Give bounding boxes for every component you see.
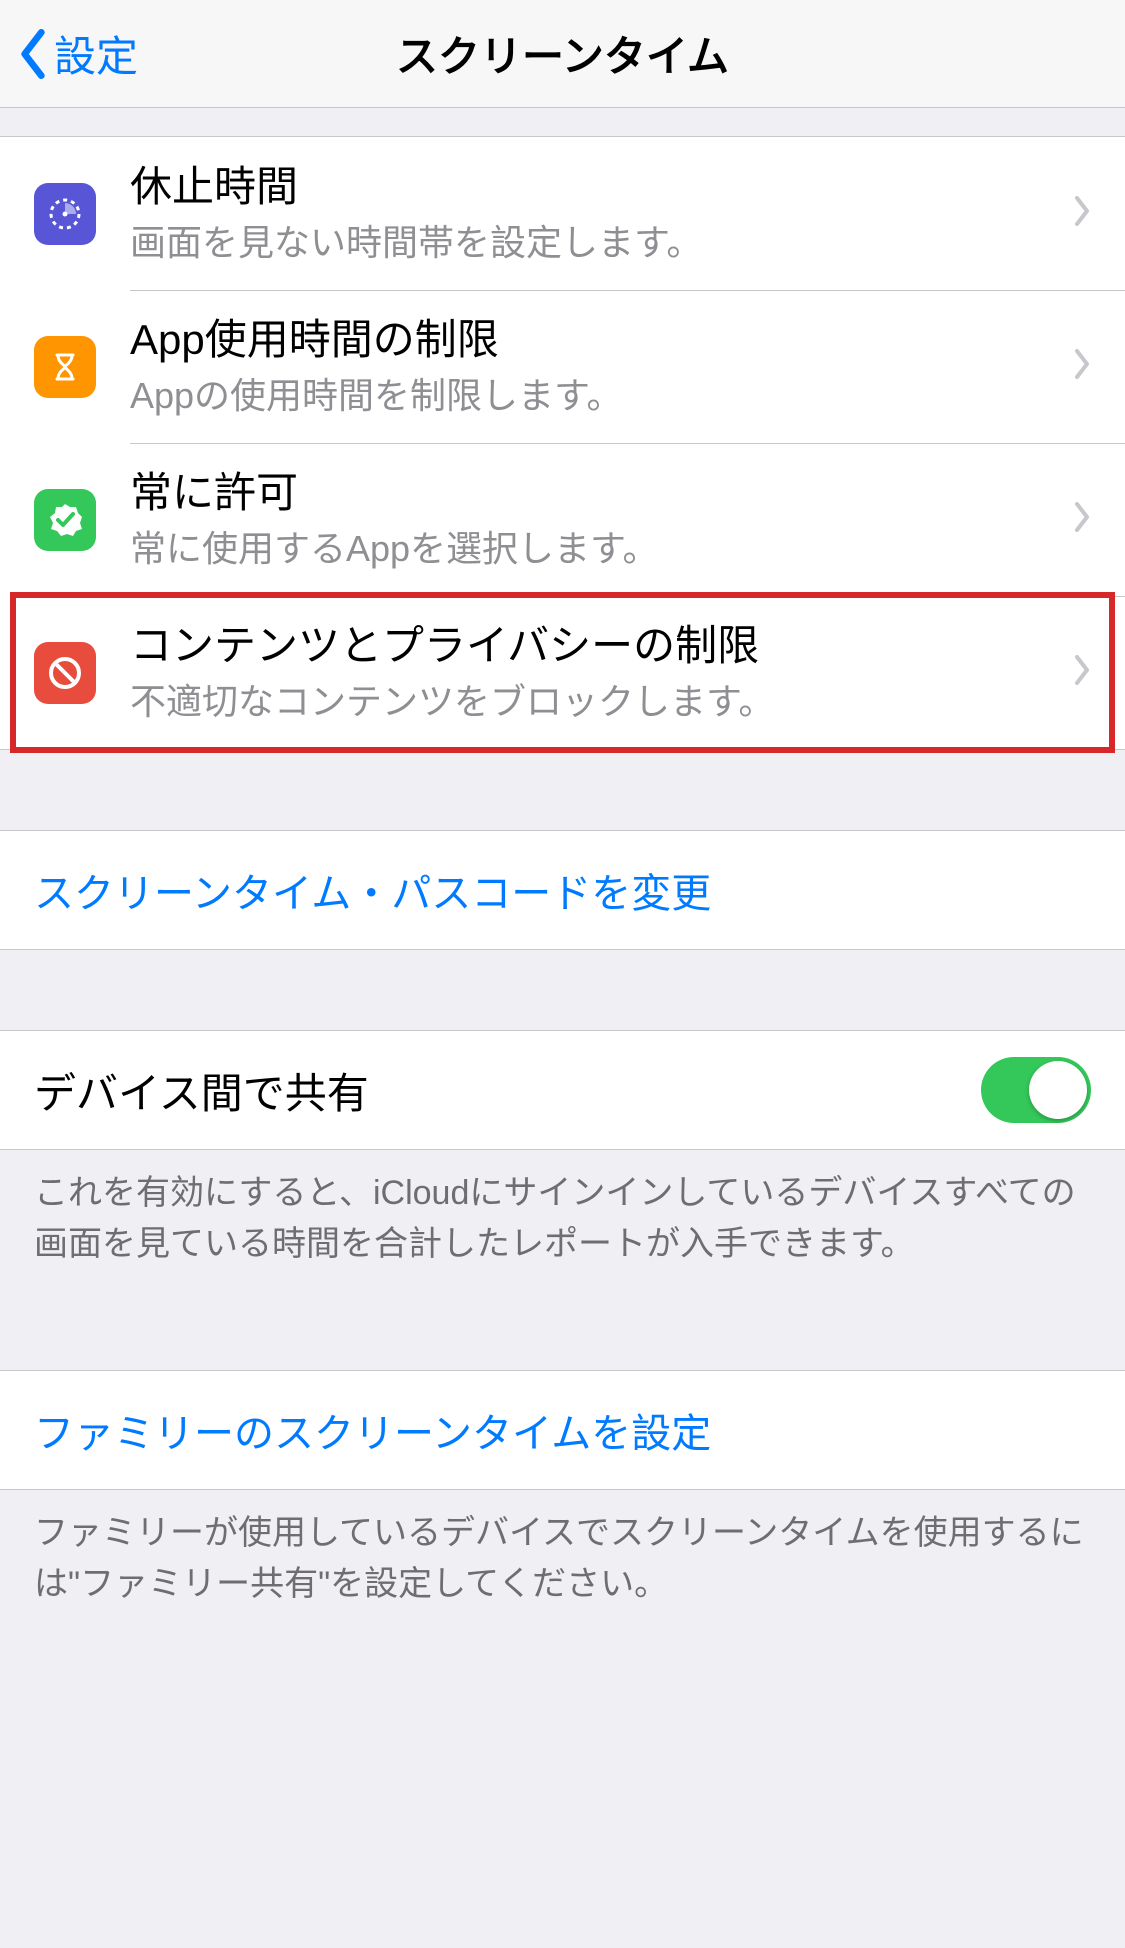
row-app-limits[interactable]: App使用時間の制限 Appの使用時間を制限します。 xyxy=(0,290,1125,443)
change-passcode-label: スクリーンタイム・パスコードを変更 xyxy=(34,872,711,916)
row-subtitle: Appの使用時間を制限します。 xyxy=(130,371,1059,421)
no-entry-icon xyxy=(34,642,96,704)
row-always-allowed[interactable]: 常に許可 常に使用するAppを選択します。 xyxy=(0,443,1125,596)
row-title: 常に許可 xyxy=(130,465,1059,522)
chevron-right-icon xyxy=(1073,196,1091,231)
share-toggle[interactable] xyxy=(981,1057,1091,1123)
back-button[interactable]: 設定 xyxy=(18,0,138,107)
page-title: スクリーンタイム xyxy=(396,23,729,84)
family-footer: ファミリーが使用しているデバイスでスクリーンタイムを使用するには"ファミリー共有… xyxy=(0,1490,1125,1610)
settings-group: 休止時間 画面を見ない時間帯を設定します。 App使用時間の制限 Appの使用時… xyxy=(0,136,1125,750)
chevron-left-icon xyxy=(18,28,48,80)
checkmark-seal-icon xyxy=(34,489,96,551)
share-footer: これを有効にすると、iCloudにサインインしているデバイスすべての画面を見てい… xyxy=(0,1150,1125,1270)
nav-bar: 設定 スクリーンタイム xyxy=(0,0,1125,108)
row-title: App使用時間の制限 xyxy=(130,312,1059,369)
row-title: コンテンツとプライバシーの制限 xyxy=(130,618,1059,675)
row-subtitle: 画面を見ない時間帯を設定します。 xyxy=(130,218,1059,268)
family-screentime-button[interactable]: ファミリーのスクリーンタイムを設定 xyxy=(0,1370,1125,1490)
share-label: デバイス間で共有 xyxy=(34,1060,369,1121)
chevron-right-icon xyxy=(1073,655,1091,690)
chevron-right-icon xyxy=(1073,502,1091,537)
back-label: 設定 xyxy=(54,23,138,84)
downtime-icon xyxy=(34,183,96,245)
row-subtitle: 常に使用するAppを選択します。 xyxy=(130,524,1059,574)
change-passcode-button[interactable]: スクリーンタイム・パスコードを変更 xyxy=(0,830,1125,950)
row-content-privacy[interactable]: コンテンツとプライバシーの制限 不適切なコンテンツをブロックします。 xyxy=(0,596,1125,749)
hourglass-icon xyxy=(34,336,96,398)
row-downtime[interactable]: 休止時間 画面を見ない時間帯を設定します。 xyxy=(0,137,1125,290)
row-title: 休止時間 xyxy=(130,159,1059,216)
share-across-devices-row: デバイス間で共有 xyxy=(0,1030,1125,1150)
family-screentime-label: ファミリーのスクリーンタイムを設定 xyxy=(34,1412,711,1456)
row-subtitle: 不適切なコンテンツをブロックします。 xyxy=(130,677,1059,727)
chevron-right-icon xyxy=(1073,349,1091,384)
